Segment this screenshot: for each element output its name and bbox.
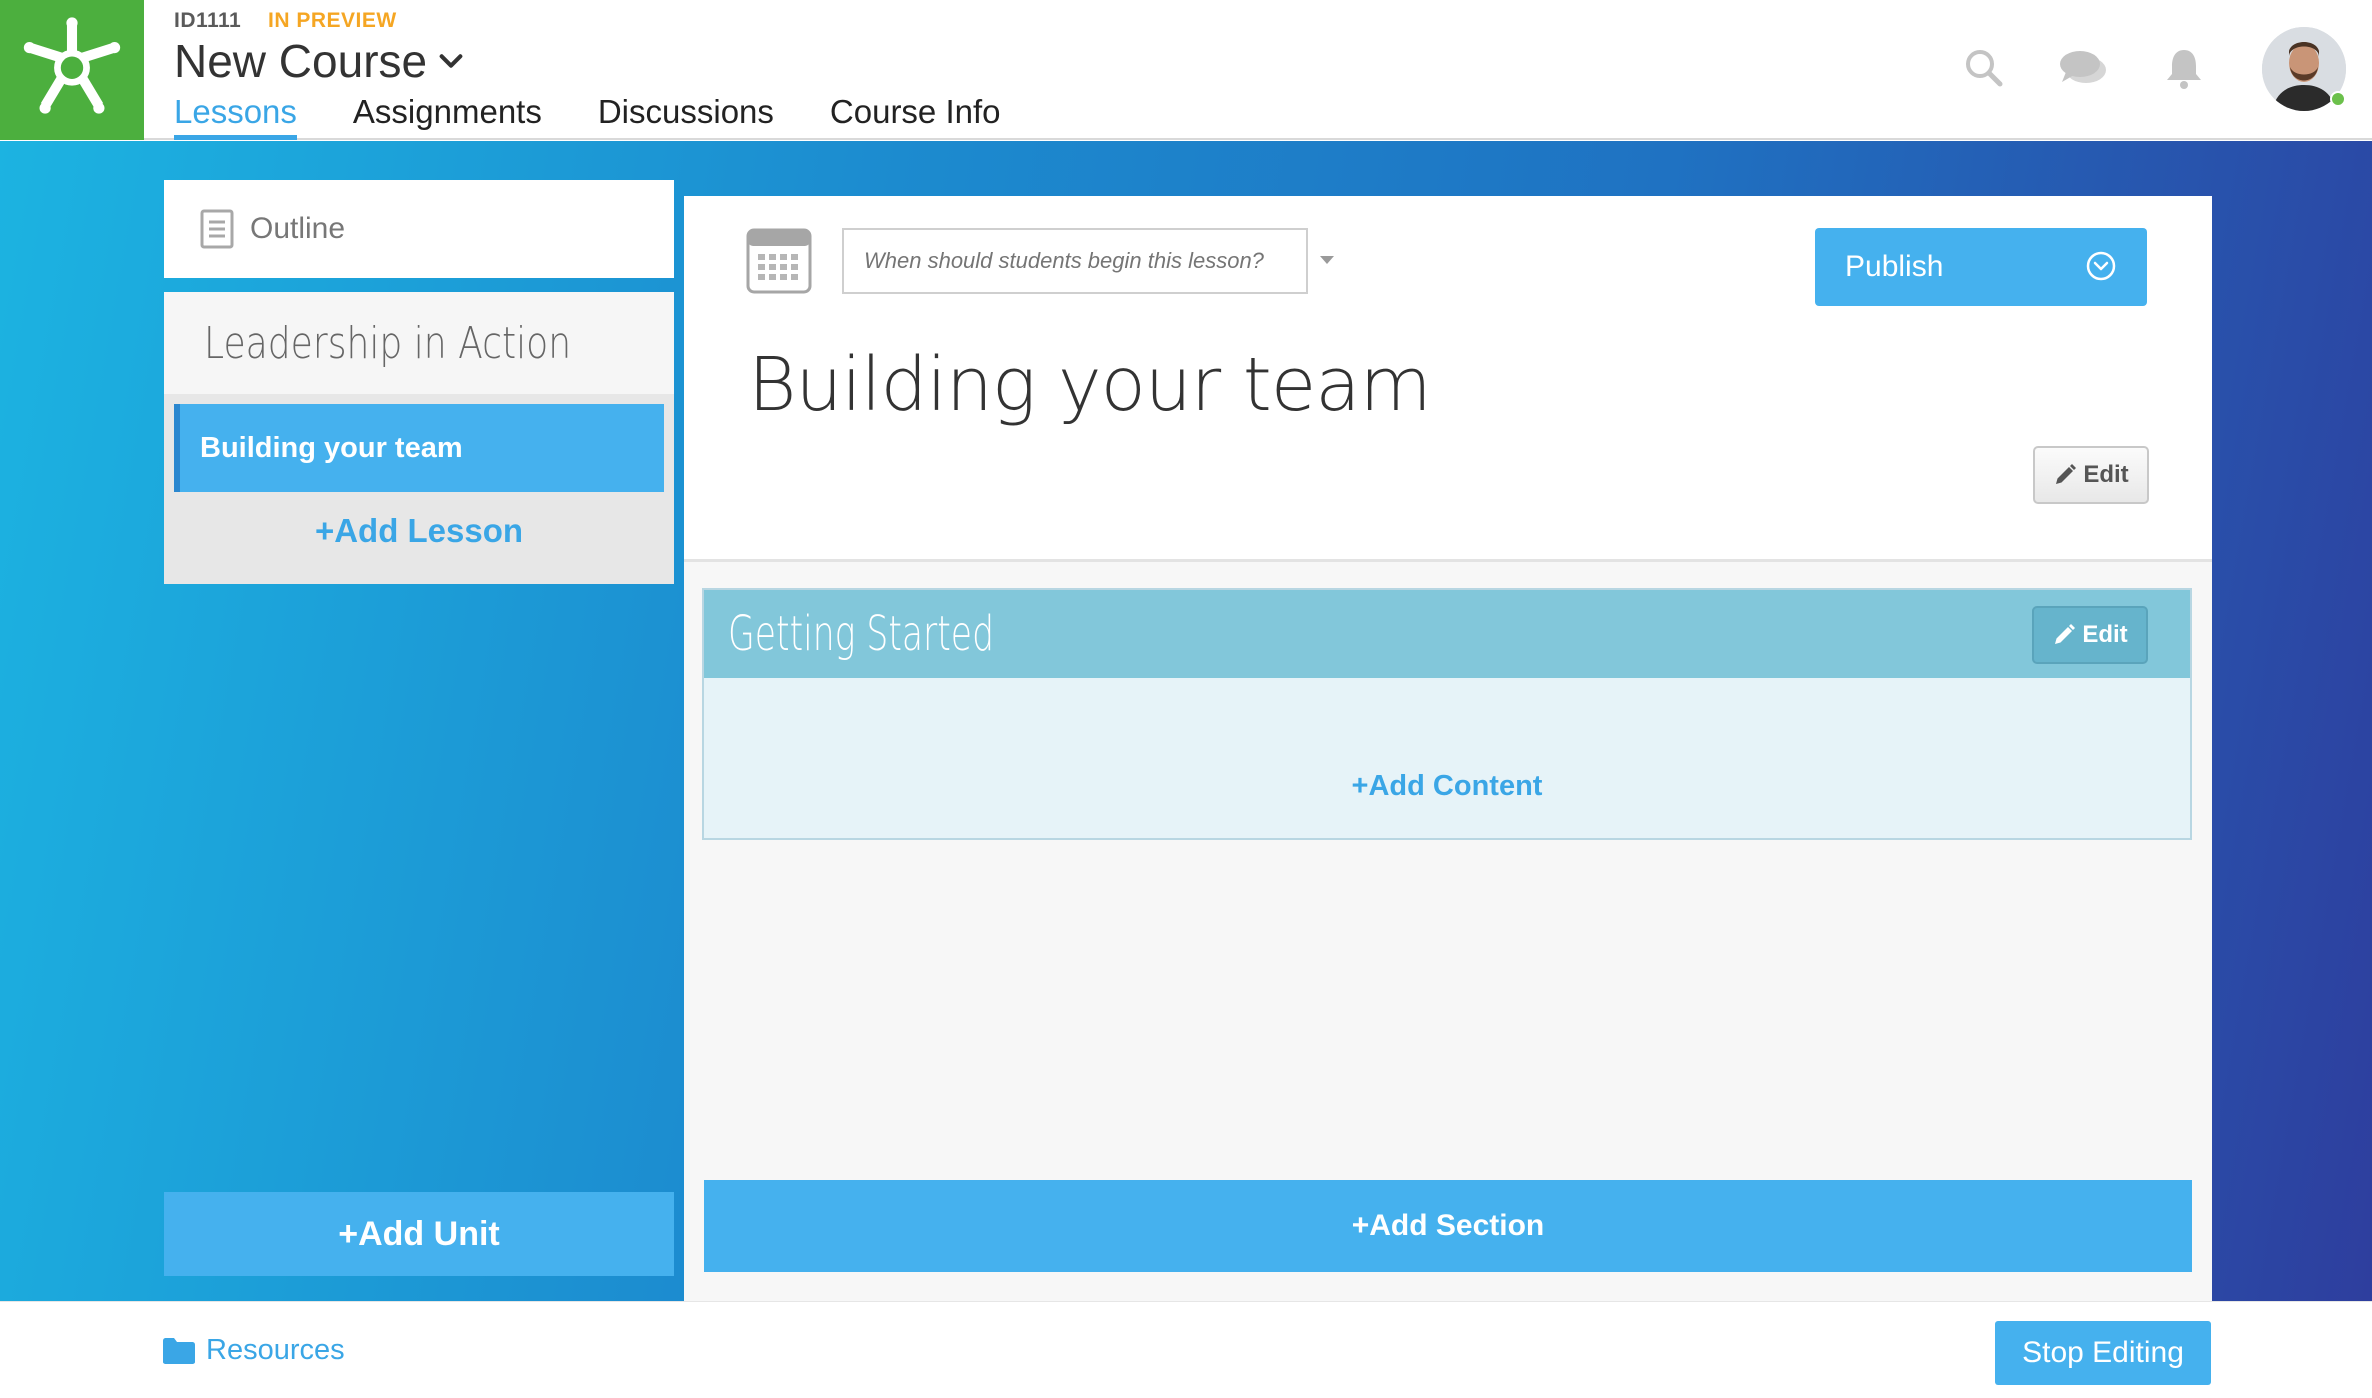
publish-label: Publish — [1845, 250, 1944, 283]
lesson-header: Publish Building your team Edit — [684, 196, 2212, 562]
document-icon — [200, 209, 234, 249]
tab-assignments[interactable]: Assignments — [353, 90, 542, 140]
course-title-dropdown[interactable]: New Course — [174, 34, 465, 88]
edit-section-label: Edit — [2082, 621, 2128, 648]
tab-lessons[interactable]: Lessons — [174, 90, 297, 140]
pencil-icon — [2055, 624, 2076, 644]
edit-lesson-label: Edit — [2083, 461, 2129, 488]
outline-label: Outline — [250, 212, 346, 245]
lesson-panel: Publish Building your team Edit Getting … — [684, 196, 2212, 1302]
resources-link[interactable]: Resources — [162, 1334, 345, 1367]
online-status-dot — [2330, 91, 2346, 107]
app-logo[interactable] — [0, 0, 144, 140]
folder-icon — [163, 1337, 195, 1364]
unit-header[interactable]: Leadership in Action — [164, 292, 674, 394]
section-card: Getting Started Edit +Add Content — [702, 588, 2192, 840]
user-avatar[interactable] — [2262, 27, 2346, 111]
status-badge: IN PREVIEW — [268, 9, 397, 32]
add-section-button[interactable]: +Add Section — [704, 1180, 2192, 1272]
unit-title: Leadership in Action — [204, 317, 572, 369]
lesson-item-label: Building your team — [200, 431, 463, 464]
resources-label: Resources — [206, 1334, 345, 1366]
add-content-button[interactable]: +Add Content — [704, 770, 2190, 803]
tab-course-info[interactable]: Course Info — [830, 90, 1001, 140]
pencil-icon — [2056, 464, 2077, 484]
section-header: Getting Started Edit — [704, 590, 2190, 678]
lesson-title: Building your team — [748, 342, 1432, 428]
calendar-icon[interactable] — [746, 226, 812, 294]
section-title: Getting Started — [728, 606, 995, 662]
chat-icon[interactable] — [2056, 44, 2112, 92]
start-date-input[interactable] — [842, 228, 1308, 294]
add-lesson-button[interactable]: +Add Lesson — [164, 512, 674, 550]
edit-section-button[interactable]: Edit — [2032, 606, 2148, 664]
edit-lesson-button[interactable]: Edit — [2033, 446, 2149, 504]
bell-icon[interactable] — [2160, 44, 2208, 92]
footer-bar: Resources Stop Editing — [0, 1301, 2372, 1398]
chevron-circle-down-icon — [2086, 251, 2116, 281]
top-bar: ID1111 IN PREVIEW New Course Lessons Ass… — [0, 0, 2372, 140]
course-tabs: Lessons Assignments Discussions Course I… — [174, 90, 1057, 140]
chevron-down-icon — [439, 54, 463, 68]
search-icon[interactable] — [1960, 44, 2008, 92]
stop-editing-button[interactable]: Stop Editing — [1995, 1321, 2211, 1385]
add-unit-button[interactable]: +Add Unit — [164, 1192, 674, 1276]
publish-dropdown-button[interactable]: Publish — [1815, 228, 2147, 306]
course-title: New Course — [174, 35, 428, 87]
tab-discussions[interactable]: Discussions — [598, 90, 774, 140]
course-id: ID1111 — [174, 9, 242, 32]
caret-down-icon[interactable] — [1318, 254, 1336, 266]
outline-button[interactable]: Outline — [164, 180, 674, 278]
lesson-item-selected[interactable]: Building your team — [174, 404, 664, 492]
unit-card: Leadership in Action Building your team … — [164, 292, 674, 584]
asterisk-logo-icon — [23, 17, 121, 114]
